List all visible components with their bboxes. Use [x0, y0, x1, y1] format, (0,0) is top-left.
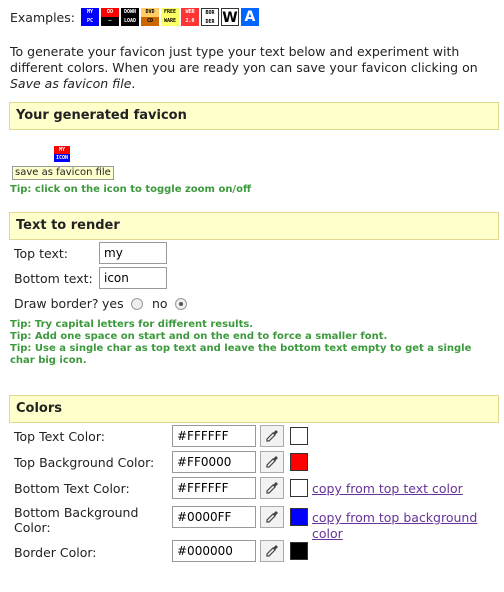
tip-smaller-font: Tip: Add one space on start and on the e…: [10, 331, 388, 342]
save-favicon-button[interactable]: save as favicon file: [12, 166, 114, 180]
intro-save-reference: Save as favicon file: [10, 76, 132, 91]
examples-icons: MY PC OO — DOWN LOAD DVD CD FREE WARE WEB 2.0 BOR DER: [80, 8, 221, 26]
colors-header: Colors: [9, 395, 499, 423]
example-icon-bottom: DER: [201, 18, 218, 25]
eyedropper-icon[interactable]: [260, 506, 284, 528]
eyedropper-icon[interactable]: [260, 477, 284, 499]
color-label: Border Color:: [14, 545, 97, 560]
border-yes-radio[interactable]: [131, 298, 143, 310]
favicon-preview-bottom: ICON: [54, 154, 70, 162]
intro-text-end: .: [131, 76, 136, 91]
example-icon-top: WEB: [180, 8, 199, 17]
eyedropper-icon[interactable]: [260, 451, 284, 473]
example-icon-top: MY: [80, 8, 99, 17]
example-icon-top: BOR: [201, 9, 218, 18]
example-icon[interactable]: OO —: [100, 8, 119, 26]
color-input[interactable]: [172, 451, 256, 473]
example-icon-top: DOWN: [120, 8, 139, 17]
example-icon[interactable]: DOWN LOAD: [120, 8, 139, 26]
color-label: Top Background Color:: [14, 455, 155, 470]
example-icon-bottom: LOAD: [120, 17, 139, 26]
top-text-label: Top text:: [14, 246, 68, 261]
example-icon-bottom: PC: [80, 17, 99, 26]
color-swatch[interactable]: [290, 542, 308, 560]
example-icon[interactable]: WEB 2.0: [180, 8, 199, 26]
color-swatch[interactable]: [290, 508, 308, 526]
zoom-tip: Tip: click on the icon to toggle zoom on…: [10, 184, 252, 195]
example-icon-bottom: WARE: [160, 17, 179, 26]
example-icon-w[interactable]: W: [220, 8, 239, 26]
generated-favicon-header: Your generated favicon: [9, 102, 499, 130]
example-icon[interactable]: DVD CD: [140, 8, 159, 26]
color-swatch[interactable]: [290, 453, 308, 471]
intro-text: To generate your favicon just type your …: [10, 44, 490, 92]
example-icon-bottom: 2.0: [180, 17, 199, 26]
color-label: Top Text Color:: [14, 429, 105, 444]
example-icon-bottom: CD: [140, 17, 159, 26]
bottom-text-input[interactable]: [99, 267, 167, 289]
top-text-input[interactable]: [99, 242, 167, 264]
examples-label: Examples:: [10, 9, 75, 25]
color-input[interactable]: [172, 506, 256, 528]
example-icon-top: FREE: [160, 8, 179, 17]
draw-border-label: Draw border?: [14, 296, 99, 311]
example-icon[interactable]: BOR DER: [200, 8, 219, 26]
tip-single-char: Tip: Use a single char as top text and l…: [10, 343, 472, 366]
color-input[interactable]: [172, 540, 256, 562]
favicon-preview-top: MY: [54, 146, 70, 154]
example-icon-bottom: —: [100, 17, 119, 26]
text-to-render-header: Text to render: [9, 212, 499, 240]
example-icon[interactable]: MY PC: [80, 8, 99, 26]
example-icon-top: OO: [100, 8, 119, 17]
border-no-radio[interactable]: [175, 298, 187, 310]
example-icon-a[interactable]: A: [240, 8, 259, 26]
examples-row: Examples: MY PC OO — DOWN LOAD DVD CD FREE WARE WE…: [10, 8, 261, 26]
color-swatch[interactable]: [290, 427, 308, 445]
example-icon[interactable]: FREE WARE: [160, 8, 179, 26]
color-input[interactable]: [172, 425, 256, 447]
border-no-label: no: [152, 296, 168, 311]
eyedropper-icon[interactable]: [260, 540, 284, 562]
intro-text-part: To generate your favicon just type your …: [10, 44, 478, 75]
bottom-text-label: Bottom text:: [14, 271, 93, 286]
tip-capital-letters: Tip: Try capital letters for different r…: [10, 319, 254, 330]
color-input[interactable]: [172, 477, 256, 499]
copy-color-link[interactable]: copy from top background color: [312, 510, 482, 542]
color-label: Bottom Background Color:: [14, 505, 139, 535]
border-yes-label: yes: [102, 296, 124, 311]
eyedropper-icon[interactable]: [260, 425, 284, 447]
copy-color-link[interactable]: copy from top text color: [312, 481, 482, 497]
favicon-preview[interactable]: MY ICON: [54, 146, 70, 162]
color-swatch[interactable]: [290, 479, 308, 497]
color-label: Bottom Text Color:: [14, 481, 130, 496]
example-icon-top: DVD: [140, 8, 159, 17]
